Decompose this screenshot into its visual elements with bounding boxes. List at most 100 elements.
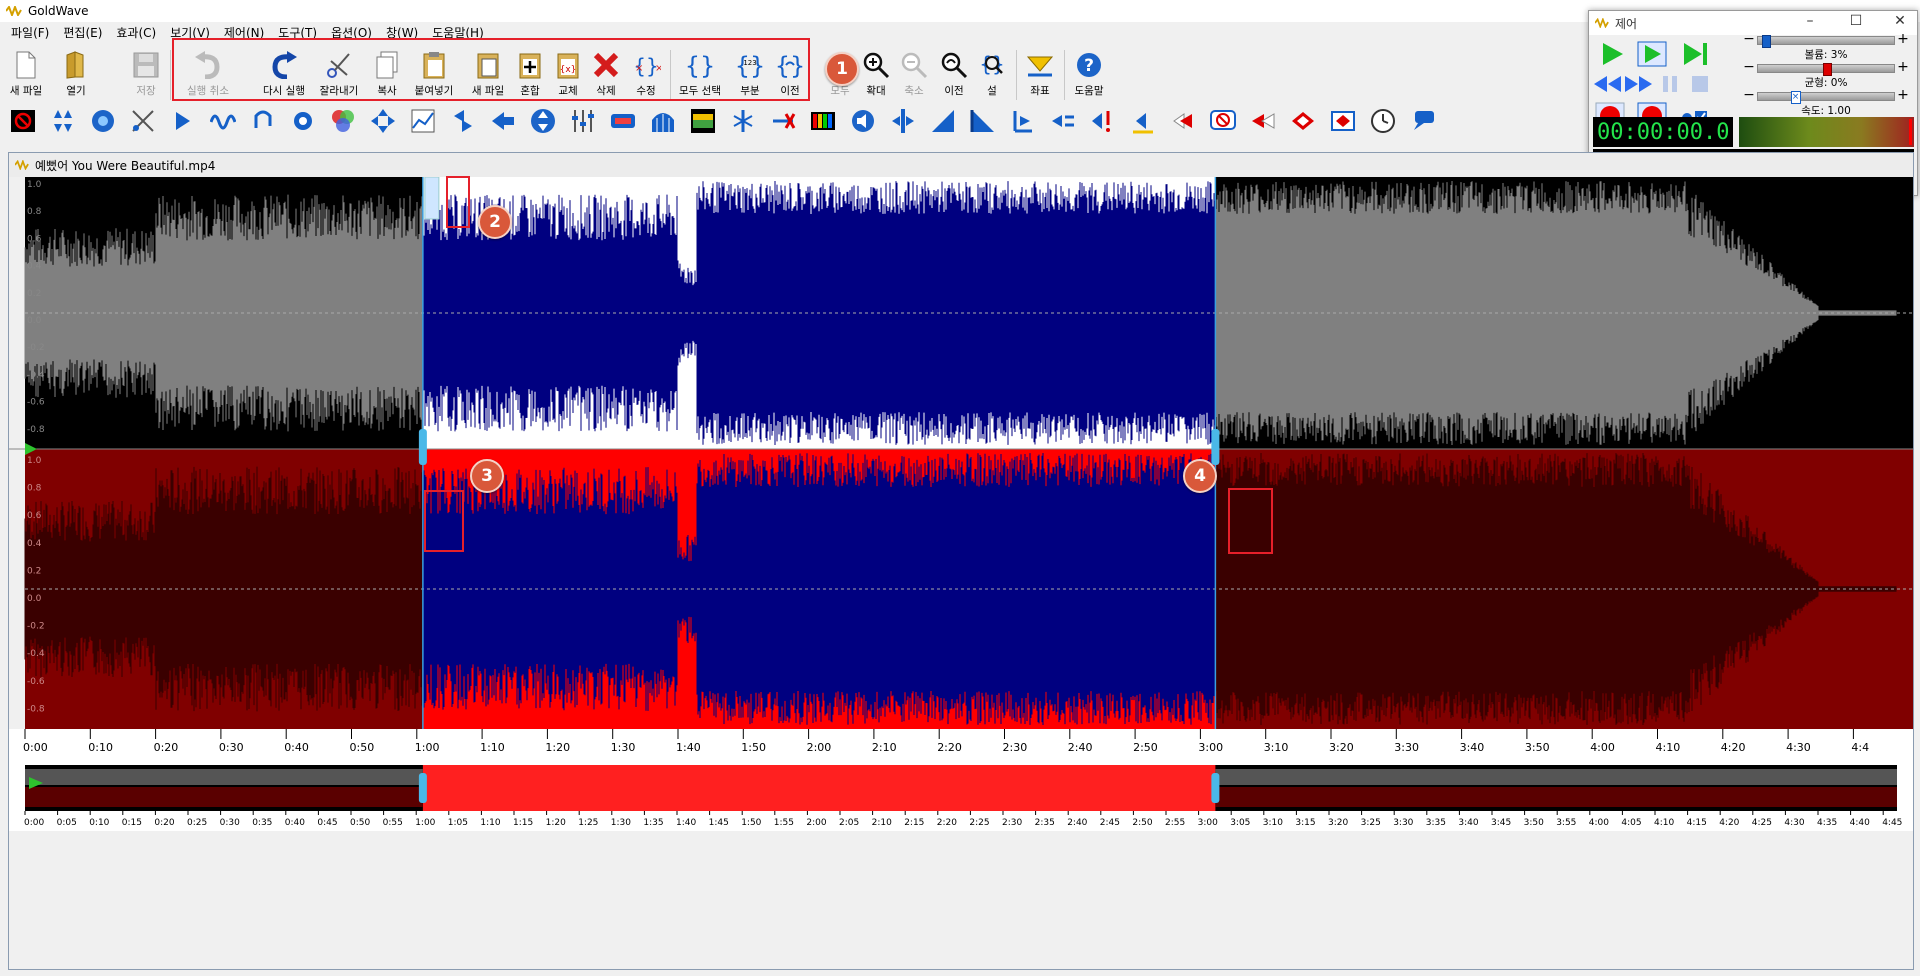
y-axis-label-right: -0.2 <box>27 622 45 632</box>
match-volume-icon[interactable] <box>1128 107 1157 136</box>
goldwave-logo-icon <box>15 160 29 170</box>
expand-icon[interactable] <box>368 107 397 136</box>
auto-gain-icon[interactable] <box>1008 107 1037 136</box>
overview-left-gray <box>25 769 423 785</box>
menu-edit[interactable]: 편집(E) <box>56 24 109 41</box>
mixer-icon[interactable] <box>568 107 597 136</box>
invert-icon[interactable] <box>528 107 557 136</box>
balance-plus-button[interactable]: + <box>1897 60 1909 75</box>
timeline-label: 0:00 <box>23 741 48 754</box>
speed-minus-button[interactable]: − <box>1743 88 1755 103</box>
time-warp-icon[interactable] <box>888 107 917 136</box>
mechanize-icon[interactable] <box>288 107 317 136</box>
overview-label: 0:25 <box>187 818 207 828</box>
overview-label: 3:30 <box>1393 818 1413 828</box>
minimize-icon[interactable]: – <box>1795 13 1825 33</box>
y-axis-label-right: 1.0 <box>27 456 42 466</box>
new-file-button[interactable]: 새 파일 <box>2 48 50 100</box>
filter-icon[interactable] <box>128 107 157 136</box>
rewind-button[interactable] <box>1593 71 1623 97</box>
forward-effect-icon[interactable] <box>168 107 197 136</box>
open-button[interactable]: 열기 <box>52 48 100 100</box>
marker-left-icon[interactable] <box>1248 107 1277 136</box>
overview-right-dark <box>1215 787 1897 807</box>
y-axis-label-right: 0.4 <box>27 539 42 549</box>
fade-out-icon[interactable] <box>968 107 997 136</box>
speed-plus-button[interactable]: + <box>1897 88 1909 103</box>
maximize-volume-icon[interactable] <box>1088 107 1117 136</box>
fade-in-icon[interactable] <box>928 107 957 136</box>
timeline-label: 2:10 <box>872 741 897 754</box>
waveform-area[interactable]: 1.0 1.0 0.8 0.8 0.6 0.6 0.4 0.4 0.2 0.2 0.0 0.0 -0.2… <box>9 177 1913 969</box>
fast-forward-icon <box>1625 76 1652 92</box>
marker-box-icon[interactable] <box>1328 107 1357 136</box>
zoom-previous-icon <box>941 52 968 79</box>
goldwave-logo-icon <box>1595 18 1609 28</box>
doppler-icon[interactable] <box>88 107 117 136</box>
volume-slider[interactable]: − + <box>1743 32 1909 48</box>
speaker-volume-icon[interactable] <box>848 107 877 136</box>
zoom-selection-button[interactable]: {} 설 <box>968 48 1016 100</box>
overview-label: 2:20 <box>937 818 957 828</box>
pitch-icon[interactable] <box>1168 107 1197 136</box>
timeline-label: 3:10 <box>1264 741 1289 754</box>
play-icon <box>1603 43 1623 65</box>
volume-shape-icon[interactable] <box>48 107 77 136</box>
silence-reduction-icon[interactable] <box>728 107 757 136</box>
play-button[interactable] <box>1597 41 1627 67</box>
play-selection-button[interactable] <box>1637 41 1667 67</box>
swap-channels-icon[interactable] <box>448 107 477 136</box>
overview-label: 0:40 <box>285 818 305 828</box>
overview-label: 3:55 <box>1556 818 1576 828</box>
flanger-icon[interactable] <box>208 107 237 136</box>
reverse-icon[interactable] <box>488 107 517 136</box>
y-axis-label-right: -0.8 <box>27 704 45 714</box>
close-icon[interactable]: ✕ <box>1885 13 1915 33</box>
y-axis-label-right: -0.6 <box>27 677 45 687</box>
menu-file[interactable]: 파일(F) <box>4 24 56 41</box>
cue-button[interactable]: 좌표 <box>1016 48 1064 100</box>
no-speech-icon[interactable] <box>1208 107 1237 136</box>
balance-minus-button[interactable]: − <box>1743 60 1755 75</box>
loop-icon[interactable] <box>248 107 277 136</box>
overview-left-dark <box>25 787 423 807</box>
equalizer-chart-icon[interactable] <box>408 107 437 136</box>
compressor-icon[interactable] <box>1048 107 1077 136</box>
timeline-label: 1:20 <box>545 741 570 754</box>
maximize-icon[interactable]: ☐ <box>1841 13 1871 33</box>
pause-button[interactable] <box>1655 71 1685 97</box>
volume-minus-button[interactable]: − <box>1743 32 1755 47</box>
speech-bubble-icon[interactable] <box>1408 107 1437 136</box>
resample-icon[interactable] <box>648 107 677 136</box>
overview-label: 1:10 <box>480 818 500 828</box>
timeline-label: 0:30 <box>219 741 244 754</box>
help-button[interactable]: ? 도움말 <box>1065 48 1113 100</box>
spectrum-icon[interactable] <box>808 107 837 136</box>
selection-end-marker <box>1211 429 1220 465</box>
speed-slider[interactable]: − × + <box>1743 88 1909 104</box>
stop-effect-icon[interactable] <box>8 107 37 136</box>
overview-label: 2:35 <box>1035 818 1055 828</box>
stop-button[interactable] <box>1685 71 1715 97</box>
document-filename: 예뻤어 You Were Beautiful.mp4 <box>35 158 216 173</box>
save-button[interactable]: 저장 <box>122 48 170 100</box>
menu-effect[interactable]: 효과(C) <box>109 24 163 41</box>
stereo-icon[interactable] <box>768 107 797 136</box>
play-to-end-button[interactable] <box>1681 41 1711 67</box>
overview-label: 4:05 <box>1621 818 1641 828</box>
clock-icon[interactable] <box>1368 107 1397 136</box>
marker-diamond-icon[interactable] <box>1288 107 1317 136</box>
y-axis-label-left: 0.6 <box>27 234 42 244</box>
y-axis-label-left: -0.2 <box>27 343 45 353</box>
overview-label: 1:50 <box>741 818 761 828</box>
highlight-end-marker <box>1228 488 1273 554</box>
volume-plus-button[interactable]: + <box>1897 32 1909 47</box>
spectrum-filter-icon[interactable] <box>688 107 717 136</box>
overview-label: 0:45 <box>317 818 337 828</box>
help-question-icon: ? <box>1077 53 1101 77</box>
noise-reduction-icon[interactable] <box>608 107 637 136</box>
pan-icon[interactable] <box>328 107 357 136</box>
balance-slider[interactable]: − + <box>1743 60 1909 76</box>
fast-forward-button[interactable] <box>1623 71 1653 97</box>
overview-label: 2:00 <box>806 818 826 828</box>
